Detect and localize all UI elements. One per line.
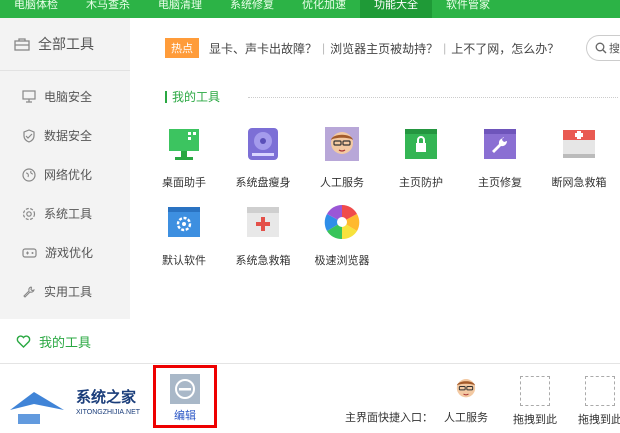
- sidebar-item-pc-security[interactable]: 电脑安全: [0, 77, 130, 116]
- disk-slim-icon: [248, 128, 278, 160]
- sidebar-item-data-security[interactable]: 数据安全: [0, 116, 130, 155]
- main-panel: 热点 显卡、声卡出故障？ | 浏览器主页被劫持？ | 上不了网，怎么办？ 搜 我…: [130, 18, 620, 363]
- quick-item-label: 人工服务: [444, 412, 488, 424]
- homepage-repair-icon: [484, 129, 516, 159]
- sidebar-item-game[interactable]: 游戏优化: [0, 233, 130, 272]
- toolbox-icon: [14, 38, 30, 51]
- system-firstaid-icon: [247, 207, 279, 237]
- minus-circle-icon: [170, 374, 200, 404]
- drop-placeholder: [520, 376, 550, 406]
- quick-slot-drop[interactable]: 拖拽到此: [505, 370, 565, 427]
- top-nav: 电脑体检 木马查杀 电脑清理 系统修复 优化加速 功能大全 软件管家: [0, 0, 620, 18]
- section-divider: [248, 97, 618, 98]
- tool-homepage-repair[interactable]: 主页修复: [462, 126, 538, 190]
- search-box[interactable]: 搜: [586, 35, 620, 61]
- tab-checkup[interactable]: 电脑体检: [0, 0, 72, 18]
- browser-icon: [324, 205, 360, 240]
- tab-speedup[interactable]: 优化加速: [288, 0, 360, 18]
- tool-human-service[interactable]: 人工服务: [304, 126, 380, 190]
- tab-clean[interactable]: 电脑清理: [144, 0, 216, 18]
- sidebar-item-label: 网络优化: [44, 168, 93, 182]
- wrench-icon: [23, 285, 35, 298]
- search-icon: [595, 42, 607, 54]
- hot-badge: 热点: [165, 38, 199, 58]
- homepage-lock-icon: [405, 129, 437, 159]
- tool-default-software[interactable]: 默认软件: [146, 204, 222, 268]
- human-service-icon: [456, 379, 476, 398]
- sidebar-item-label: 系统工具: [44, 207, 93, 221]
- tool-label: 主页防护: [399, 177, 443, 189]
- human-service-icon: [325, 127, 359, 161]
- heart-icon: [16, 334, 31, 348]
- edit-button[interactable]: 编辑: [153, 365, 217, 428]
- quick-item-human-service[interactable]: 人工服务: [436, 374, 496, 425]
- network-firstaid-icon: [563, 130, 595, 158]
- sidebar-item-utilities[interactable]: 实用工具: [0, 272, 130, 311]
- gear-icon: [22, 207, 36, 220]
- shield-icon: [23, 128, 35, 143]
- tab-software[interactable]: 软件管家: [432, 0, 504, 18]
- monitor-icon: [22, 90, 36, 103]
- sidebar-active-label: 我的工具: [39, 334, 92, 350]
- sidebar-item-network[interactable]: 网络优化: [0, 155, 130, 194]
- tool-desktop-assistant[interactable]: 桌面助手: [146, 126, 222, 190]
- tool-label: 断网急救箱: [551, 177, 607, 189]
- sidebar-item-label: 游戏优化: [45, 246, 94, 260]
- sidebar-item-my-tools[interactable]: 我的工具: [0, 319, 130, 363]
- quick-item-label: 拖拽到此: [578, 414, 620, 426]
- tool-label: 桌面助手: [162, 177, 206, 189]
- tool-network-firstaid[interactable]: 断网急救箱: [541, 126, 617, 190]
- quick-item-label: 拖拽到此: [513, 414, 557, 426]
- xitongzhijia-logo-icon: 系统之家 XITONGZHIJIA.NET: [10, 388, 141, 424]
- tool-homepage-protect[interactable]: 主页防护: [383, 126, 459, 190]
- tab-trojan[interactable]: 木马查杀: [72, 0, 144, 18]
- tab-repair[interactable]: 系统修复: [216, 0, 288, 18]
- tool-label: 系统盘瘦身: [235, 177, 291, 189]
- edit-label: 编辑: [174, 410, 196, 422]
- sidebar-item-label: 电脑安全: [44, 90, 93, 104]
- sidebar-all-tools[interactable]: 全部工具: [0, 18, 130, 71]
- section-title-text: 我的工具: [172, 90, 221, 104]
- tool-label: 系统急救箱: [235, 255, 291, 267]
- sidebar-item-label: 数据安全: [44, 129, 93, 143]
- watermark-logo: 系统之家 XITONGZHIJIA.NET: [4, 380, 154, 430]
- sidebar-header-label: 全部工具: [38, 36, 94, 52]
- tool-label: 主页修复: [478, 177, 522, 189]
- tool-fast-browser[interactable]: 极速浏览器: [304, 204, 380, 268]
- search-placeholder: 搜: [609, 43, 620, 55]
- hot-topics-bar: 热点 显卡、声卡出故障？ | 浏览器主页被劫持？ | 上不了网，怎么办？: [165, 38, 559, 58]
- hot-link[interactable]: 上不了网，怎么办？: [451, 40, 559, 57]
- hot-link[interactable]: 显卡、声卡出故障？: [209, 40, 317, 57]
- sidebar-item-label: 实用工具: [44, 285, 93, 299]
- default-software-icon: [168, 207, 200, 237]
- quick-slot-drop[interactable]: 拖拽到此: [570, 370, 620, 427]
- globe-icon: [22, 167, 36, 182]
- watermark-pinyin: XITONGZHIJIA.NET: [76, 409, 141, 416]
- tool-label: 极速浏览器: [314, 255, 370, 267]
- quick-entry-label: 主界面快捷入口：: [345, 412, 433, 424]
- tool-label: 人工服务: [320, 177, 364, 189]
- tool-label: 默认软件: [162, 255, 206, 267]
- watermark-name: 系统之家: [76, 388, 136, 406]
- hot-link[interactable]: 浏览器主页被劫持？: [330, 40, 438, 57]
- sidebar-item-system-tools[interactable]: 系统工具: [0, 194, 130, 233]
- section-title: 我的工具: [165, 88, 220, 105]
- tool-system-firstaid[interactable]: 系统急救箱: [225, 204, 301, 268]
- tab-features[interactable]: 功能大全: [360, 0, 432, 18]
- gamepad-icon: [22, 247, 37, 258]
- drop-placeholder: [585, 376, 615, 406]
- desktop-assistant-icon: [169, 129, 199, 160]
- tool-disk-slim[interactable]: 系统盘瘦身: [225, 126, 301, 190]
